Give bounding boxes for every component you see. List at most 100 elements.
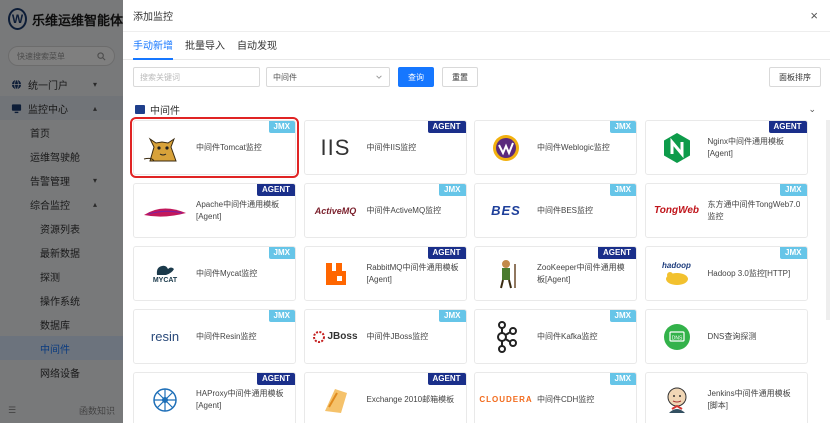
card-bes[interactable]: JMX BES 中间件BES监控 — [474, 183, 637, 238]
hadoop-icon: hadoop — [654, 256, 700, 292]
card-name: 中间件Mycat监控 — [196, 268, 258, 278]
card-tongweb[interactable]: JMX TongWeb 东方通中间件TongWeb7.0监控 — [644, 183, 808, 238]
card-tomcat[interactable]: JMX 中间件Tomcat监控 — [130, 117, 299, 178]
card-badge: JMX — [439, 184, 466, 196]
close-icon[interactable]: × — [810, 9, 818, 22]
weblogic-icon — [483, 130, 529, 166]
rabbitmq-icon — [313, 256, 359, 292]
card-zookeeper[interactable]: AGENT ZooKeeper中间件通用模板[Agent] — [474, 246, 637, 301]
nginx-icon — [654, 130, 700, 166]
card-name: 中间件JBoss监控 — [366, 331, 429, 341]
chevron-down-icon[interactable]: ⌄ — [808, 104, 816, 115]
card-name: Nginx中间件通用模板[Agent] — [707, 136, 784, 158]
card-name: 中间件Kafka监控 — [537, 331, 598, 341]
panel-sort-button[interactable]: 面板排序 — [769, 67, 821, 87]
card-apache[interactable]: AGENT Apache中间件通用模板[Agent] — [133, 183, 296, 238]
card-dns[interactable]: DNS DNS查询探测 — [644, 309, 808, 364]
card-name: 中间件ActiveMQ监控 — [366, 205, 442, 215]
jboss-icon: JBoss — [313, 319, 359, 355]
reset-button[interactable]: 重置 — [442, 67, 478, 87]
haproxy-icon — [142, 382, 188, 418]
card-name: 中间件IIS监控 — [366, 142, 417, 152]
card-badge: AGENT — [427, 373, 466, 385]
tomcat-icon — [142, 130, 188, 166]
card-badge: JMX — [609, 373, 636, 385]
card-name: Exchange 2010邮箱模板 — [366, 394, 455, 404]
card-name: 中间件Weblogic监控 — [537, 142, 610, 152]
card-badge: JMX — [439, 310, 466, 322]
card-badge: AGENT — [257, 184, 295, 196]
tab-auto-discover[interactable]: 自动发现 — [237, 37, 277, 59]
resin-icon: resin — [150, 329, 180, 344]
exchange-icon — [313, 382, 359, 418]
apache-feather-icon — [142, 193, 188, 229]
card-name: RabbitMQ中间件通用模板[Agent] — [366, 262, 459, 284]
card-jboss[interactable]: JMX JBoss 中间件JBoss监控 — [303, 309, 467, 364]
card-resin[interactable]: JMX resin 中间件Resin监控 — [133, 309, 296, 364]
cloudera-icon: CLOUDERA — [479, 395, 533, 404]
query-button[interactable]: 查询 — [398, 67, 434, 87]
card-badge: JMX — [780, 247, 807, 259]
chevron-down-icon — [376, 75, 382, 79]
bes-icon: BES — [491, 203, 521, 218]
card-name: 中间件CDH监控 — [537, 394, 595, 404]
tab-manual-add[interactable]: 手动新增 — [133, 37, 173, 60]
card-name: 中间件Tomcat监控 — [196, 142, 262, 152]
card-badge: JMX — [609, 121, 636, 133]
keyword-search-input[interactable] — [133, 67, 260, 87]
scrollbar[interactable] — [826, 120, 830, 320]
iis-icon: IIS — [320, 134, 351, 160]
card-nginx[interactable]: AGENT Nginx中间件通用模板[Agent] — [644, 120, 808, 175]
card-badge: JMX — [268, 247, 295, 259]
card-hadoop[interactable]: JMX hadoop Hadoop 3.0监控[HTTP] — [644, 246, 808, 301]
mycat-icon: MYCAT — [142, 256, 188, 292]
card-exchange[interactable]: AGENT Exchange 2010邮箱模板 — [303, 372, 467, 423]
card-name: HAProxy中间件通用模板[Agent] — [196, 388, 284, 410]
tab-batch-import[interactable]: 批量导入 — [185, 37, 225, 59]
category-select[interactable]: 中间件 — [266, 67, 390, 87]
section-header-middleware[interactable]: 中间件 ⌄ — [123, 97, 830, 121]
template-card-grid: JMX 中间件Tomcat监控 AGENT IIS 中间件IIS监控 JMX 中… — [130, 117, 808, 423]
zookeeper-icon — [483, 256, 529, 292]
card-weblogic[interactable]: JMX 中间件Weblogic监控 — [474, 120, 637, 175]
card-name: 中间件BES监控 — [537, 205, 594, 215]
card-badge: AGENT — [427, 121, 466, 133]
card-badge: JMX — [268, 310, 295, 322]
card-iis[interactable]: AGENT IIS 中间件IIS监控 — [303, 120, 467, 175]
drawer-tabs: 手动新增 批量导入 自动发现 — [123, 32, 830, 60]
dns-icon: DNS — [654, 319, 700, 355]
drawer-title: 添加监控 — [133, 12, 173, 23]
card-name: 东方通中间件TongWeb7.0监控 — [707, 199, 801, 221]
jenkins-icon — [654, 382, 700, 418]
filter-toolbar: 中间件 查询 重置 面板排序 — [123, 60, 830, 94]
card-mycat[interactable]: JMX MYCAT 中间件Mycat监控 — [133, 246, 296, 301]
svg-text:DNS: DNS — [671, 335, 682, 341]
card-jenkins[interactable]: Jenkins中间件通用模板[脚本] — [644, 372, 808, 423]
card-badge: JMX — [609, 310, 636, 322]
card-name: Apache中间件通用模板[Agent] — [196, 199, 280, 221]
card-activemq[interactable]: JMX ActiveMQ 中间件ActiveMQ监控 — [303, 183, 467, 238]
section-icon — [135, 104, 145, 114]
card-badge: JMX — [780, 184, 807, 196]
card-rabbitmq[interactable]: AGENT RabbitMQ中间件通用模板[Agent] — [303, 246, 467, 301]
card-name: DNS查询探测 — [707, 331, 757, 341]
card-badge: AGENT — [598, 247, 636, 259]
card-badge: AGENT — [257, 373, 295, 385]
card-badge: JMX — [609, 184, 636, 196]
activemq-icon: ActiveMQ — [314, 205, 357, 216]
add-monitor-drawer: 添加监控 × 手动新增 批量导入 自动发现 中间件 查询 重置 面板排序 中间件… — [123, 0, 830, 423]
card-badge: JMX — [268, 121, 295, 133]
card-cdh[interactable]: JMX CLOUDERA 中间件CDH监控 — [474, 372, 637, 423]
card-name: Hadoop 3.0监控[HTTP] — [707, 268, 791, 278]
card-name: 中间件Resin监控 — [196, 331, 257, 341]
card-badge: AGENT — [768, 121, 807, 133]
kafka-icon — [483, 319, 529, 355]
card-kafka[interactable]: JMX 中间件Kafka监控 — [474, 309, 637, 364]
card-badge: AGENT — [427, 247, 466, 259]
tongweb-icon: TongWeb — [654, 205, 699, 216]
card-name: ZooKeeper中间件通用模板[Agent] — [537, 262, 625, 284]
drawer-header: 添加监控 × — [123, 0, 830, 32]
category-select-value: 中间件 — [273, 72, 297, 82]
card-name: Jenkins中间件通用模板[脚本] — [707, 388, 791, 410]
card-haproxy[interactable]: AGENT HAProxy中间件通用模板[Agent] — [133, 372, 296, 423]
